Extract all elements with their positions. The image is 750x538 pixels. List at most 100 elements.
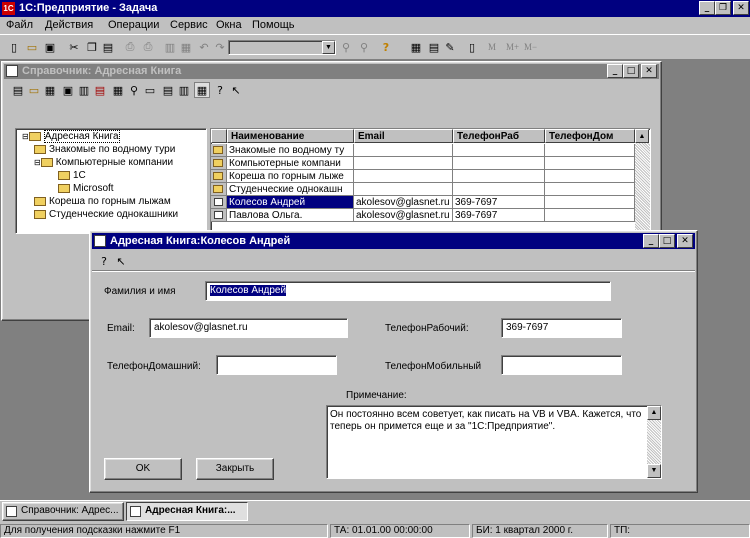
- directory-maximize-button[interactable]: □: [623, 64, 639, 78]
- menu-operations[interactable]: Операции: [108, 19, 159, 31]
- table-row-email[interactable]: akolesov@glasnet.ru: [354, 209, 453, 222]
- dir-edit-icon[interactable]: ▣: [60, 82, 76, 98]
- dir-whatsthis-icon[interactable]: ↖: [228, 82, 244, 98]
- dir-new-icon[interactable]: ▤: [10, 82, 26, 98]
- undo-icon[interactable]: ↶: [196, 39, 212, 55]
- form-minimize-button[interactable]: _: [643, 234, 659, 248]
- table-row-home[interactable]: [545, 183, 635, 196]
- ok-button[interactable]: OK: [104, 458, 182, 480]
- close-form-button[interactable]: Закрыть: [196, 458, 274, 480]
- find-next-icon[interactable]: ▦: [178, 39, 194, 55]
- column-name-header[interactable]: Наименование: [227, 129, 354, 143]
- table-row-work[interactable]: [453, 170, 545, 183]
- table-row-name[interactable]: Студенческие однокашн: [227, 183, 354, 196]
- dir-move-icon[interactable]: ▦: [110, 82, 126, 98]
- scroll-down-arrow-icon[interactable]: ▼: [647, 464, 661, 478]
- copy-icon[interactable]: ❐: [84, 39, 100, 55]
- menu-file[interactable]: Файл: [6, 19, 33, 31]
- redo-icon[interactable]: ↷: [212, 39, 228, 55]
- table-row-name[interactable]: Павлова Ольга.: [227, 209, 354, 222]
- form-help-icon[interactable]: ?: [96, 253, 112, 269]
- dir-view-icon[interactable]: ▥: [76, 82, 92, 98]
- menu-help[interactable]: Помощь: [252, 19, 295, 31]
- print-icon[interactable]: ⎙: [122, 39, 138, 55]
- table-row-work[interactable]: [453, 183, 545, 196]
- list-scrollbar[interactable]: [635, 143, 650, 233]
- tree-item-computer-companies[interactable]: ⊟ Компьютерные компании: [34, 157, 173, 168]
- tree-item-1c[interactable]: 1С: [58, 170, 86, 181]
- chevron-down-icon[interactable]: ▼: [322, 41, 335, 54]
- find-icon[interactable]: ▥: [162, 39, 178, 55]
- form-maximize-button[interactable]: □: [659, 234, 675, 248]
- table-row-work[interactable]: [453, 144, 545, 157]
- table-row-home[interactable]: [545, 144, 635, 157]
- taskbar-directory-button[interactable]: Справочник: Адрес...: [2, 502, 124, 521]
- directory-minimize-button[interactable]: _: [607, 64, 623, 78]
- calendar-icon[interactable]: ▤: [426, 39, 442, 55]
- table-row-email[interactable]: [354, 183, 453, 196]
- dir-tree-icon[interactable]: ▦: [194, 82, 210, 98]
- table-row-name[interactable]: Компьютерные компани: [227, 157, 354, 170]
- print-preview-icon[interactable]: ⎙: [140, 39, 156, 55]
- table-row-email[interactable]: [354, 170, 453, 183]
- dir-history-icon[interactable]: ▤: [160, 82, 176, 98]
- table-row-work[interactable]: 369-7697: [453, 209, 545, 222]
- open-icon[interactable]: ▭: [24, 39, 40, 55]
- help-icon[interactable]: ?: [378, 39, 394, 55]
- email-field[interactable]: akolesov@glasnet.ru: [149, 318, 348, 338]
- table-row-home[interactable]: [545, 170, 635, 183]
- taskbar-form-button[interactable]: Адресная Книга:...: [126, 502, 248, 521]
- fio-field[interactable]: Колесов Андрей: [205, 281, 611, 301]
- tree-item-classmates[interactable]: Студенческие однокашники: [34, 209, 178, 220]
- memory-m-button[interactable]: M: [488, 42, 496, 52]
- message-icon[interactable]: ✎: [442, 39, 458, 55]
- save-icon[interactable]: ▣: [42, 39, 58, 55]
- memory-minus-button[interactable]: M−: [524, 42, 537, 52]
- mobile-phone-field[interactable]: [501, 355, 622, 375]
- calculator-icon[interactable]: ▦: [408, 39, 424, 55]
- work-phone-field[interactable]: 369-7697: [501, 318, 622, 338]
- dir-delete-icon[interactable]: ▤: [92, 82, 108, 98]
- dir-copy-icon[interactable]: ▦: [42, 82, 58, 98]
- table-row-email[interactable]: [354, 157, 453, 170]
- paste-icon[interactable]: ▤: [100, 39, 116, 55]
- table-row-email[interactable]: [354, 144, 453, 157]
- new-icon[interactable]: ▯: [6, 39, 22, 55]
- search-combo[interactable]: ▼: [228, 40, 336, 55]
- dir-new-group-icon[interactable]: ▭: [26, 82, 42, 98]
- note-scrollbar[interactable]: ▲ ▼: [647, 406, 661, 478]
- form-whatsthis-icon[interactable]: ↖: [113, 253, 129, 269]
- form-close-button[interactable]: ✕: [677, 234, 693, 248]
- scroll-up-button[interactable]: ▲: [635, 129, 649, 143]
- dir-level-up-icon[interactable]: ▭: [142, 82, 158, 98]
- restore-button[interactable]: ❐: [715, 1, 731, 15]
- tree-item-microsoft[interactable]: Microsoft: [58, 183, 114, 194]
- memory-plus-button[interactable]: M+: [506, 42, 519, 52]
- filter-clear-icon[interactable]: ⚲: [356, 39, 372, 55]
- cut-icon[interactable]: ✂: [66, 39, 82, 55]
- column-work-phone-header[interactable]: ТелефонРаб: [453, 129, 545, 143]
- table-row-name[interactable]: Кореша по горным лыже: [227, 170, 354, 183]
- column-email-header[interactable]: Email: [354, 129, 453, 143]
- filter-icon[interactable]: ⚲: [338, 39, 354, 55]
- book-icon[interactable]: ▯: [464, 39, 480, 55]
- dir-hierarchy-icon[interactable]: ▥: [176, 82, 192, 98]
- table-row-work[interactable]: 369-7697: [453, 196, 545, 209]
- home-phone-field[interactable]: [216, 355, 337, 375]
- table-row-home[interactable]: [545, 196, 635, 209]
- tree-root[interactable]: ⊟ Адресная Книга: [22, 130, 120, 143]
- menu-actions[interactable]: Действия: [45, 19, 93, 31]
- table-row-name[interactable]: Знакомые по водному ту: [227, 144, 354, 157]
- tree-item-water-tourism[interactable]: Знакомые по водному тури: [34, 144, 175, 155]
- table-row-home[interactable]: [545, 157, 635, 170]
- scroll-up-arrow-icon[interactable]: ▲: [647, 406, 661, 420]
- table-row-home[interactable]: [545, 209, 635, 222]
- table-row-email[interactable]: akolesov@glasnet.ru: [354, 196, 453, 209]
- close-button[interactable]: ✕: [733, 1, 749, 15]
- column-home-phone-header[interactable]: ТелефонДом: [545, 129, 635, 143]
- minimize-button[interactable]: _: [699, 1, 715, 15]
- menu-windows[interactable]: Окна: [216, 19, 242, 31]
- note-textarea[interactable]: Он постоянно всем советует, как писать н…: [326, 405, 662, 479]
- dir-help-icon[interactable]: ?: [212, 82, 228, 98]
- directory-close-button[interactable]: ✕: [641, 64, 657, 78]
